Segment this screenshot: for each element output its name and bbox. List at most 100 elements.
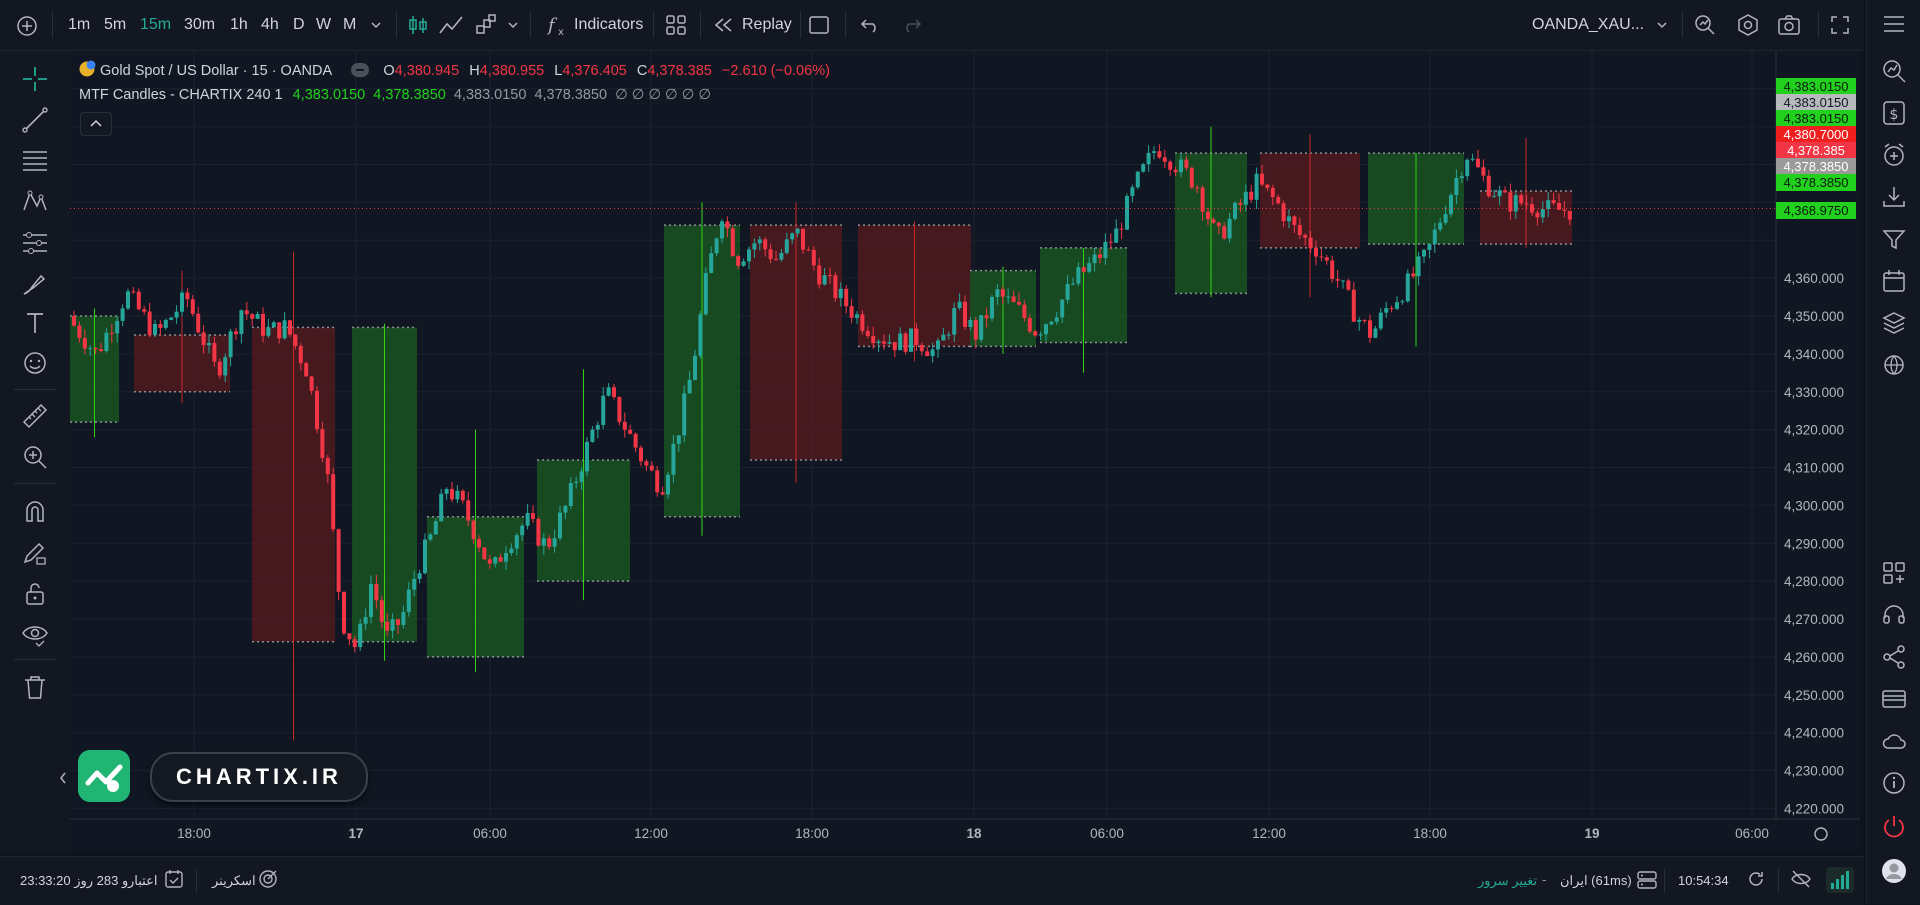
camera-icon[interactable] (1777, 14, 1801, 36)
replay-rewind-icon[interactable] (713, 17, 735, 33)
rectangle-icon[interactable] (809, 16, 829, 34)
redo-icon[interactable] (902, 17, 922, 33)
support-headset-icon[interactable] (1881, 602, 1907, 628)
fullscreen-icon[interactable] (1831, 16, 1849, 34)
change-value: −2.610 (−0.06%) (721, 63, 830, 79)
screener-target-icon[interactable] (258, 869, 278, 889)
ruler-icon[interactable] (21, 402, 49, 430)
time-tick-label: 06:00 (473, 826, 507, 841)
chevron-down-icon[interactable] (1656, 19, 1668, 31)
watchlist-search-icon[interactable] (1881, 58, 1907, 84)
timeframe-M[interactable]: M (343, 0, 356, 50)
change-server-button[interactable]: تغییر سرور (1478, 873, 1537, 889)
screener-label[interactable]: اسکرینر (212, 873, 256, 889)
power-icon[interactable] (1881, 814, 1907, 840)
fib-retracement-icon[interactable] (21, 147, 49, 175)
settings-hexagon-icon[interactable] (1736, 13, 1760, 37)
lock-pencil-icon[interactable] (21, 538, 49, 566)
add-symbol-icon[interactable] (16, 15, 38, 37)
indicator-name[interactable]: MTF Candles - CHARTIX 240 1 (79, 87, 283, 103)
chevron-down-icon[interactable] (370, 19, 382, 31)
refresh-icon[interactable] (1746, 869, 1766, 889)
candle-body (595, 424, 600, 430)
candle-body (1438, 222, 1443, 230)
chart-pane[interactable]: 4,220.000 4,230.000 4,240.000 4,250.000 4,26… (70, 51, 1860, 851)
menu-icon[interactable] (1882, 14, 1906, 34)
replay-button[interactable]: Replay (742, 0, 792, 50)
timeframe-5m[interactable]: 5m (104, 0, 126, 50)
signal-strength-icon[interactable] (1826, 867, 1854, 893)
indicators-icon[interactable]: fx (546, 13, 570, 37)
candle-body (336, 529, 341, 592)
server-icon[interactable] (1636, 870, 1658, 890)
timeframe-D[interactable]: D (293, 0, 305, 50)
pattern-icon[interactable] (21, 188, 49, 216)
line-chart-icon[interactable] (438, 13, 464, 37)
candle-body (358, 623, 363, 648)
timeframe-4h[interactable]: 4h (261, 0, 279, 50)
hide-eye-icon[interactable] (1790, 869, 1812, 889)
calendar-check-icon[interactable] (164, 869, 184, 889)
hide-legend-button[interactable] (351, 63, 370, 77)
indicators-button[interactable]: Indicators (574, 0, 643, 50)
candle-body (871, 335, 876, 344)
calendar-icon[interactable] (1881, 268, 1907, 294)
filter-icon[interactable] (1881, 226, 1907, 252)
quick-search-icon[interactable] (1693, 13, 1717, 37)
crosshair-icon[interactable] (21, 65, 49, 93)
unlock-icon[interactable] (21, 579, 49, 607)
brush-icon[interactable] (21, 270, 49, 298)
layers-icon[interactable] (1881, 310, 1907, 336)
magnet-icon[interactable] (21, 497, 49, 525)
collapse-legend-button[interactable] (80, 112, 112, 136)
globe-icon[interactable] (1881, 352, 1907, 378)
price-chart[interactable]: 4,220.000 4,230.000 4,240.000 4,250.000 4,26… (70, 51, 1860, 851)
avatar[interactable] (1881, 858, 1907, 884)
candle-body (325, 458, 330, 475)
layout-grid-icon[interactable] (666, 15, 686, 35)
candle-body (99, 349, 103, 352)
download-icon[interactable] (1881, 184, 1907, 210)
text-icon[interactable] (21, 309, 49, 337)
candles-chart-type-icon[interactable] (406, 13, 430, 37)
undo-icon[interactable] (860, 17, 880, 33)
timeframe-30m[interactable]: 30m (184, 0, 215, 50)
credit-label[interactable]: اعتبار (128, 873, 157, 889)
indicator-value-4: 4,378.3850 (534, 87, 608, 103)
timeframe-1h[interactable]: 1h (230, 0, 248, 50)
candle-body (1395, 302, 1399, 309)
symbol-title[interactable]: Gold Spot / US Dollar · 15 · OANDA (100, 63, 331, 79)
price-axis-label: 4,378.3850 (1776, 174, 1856, 191)
symbol-search[interactable]: OANDA_XAU... (1532, 0, 1644, 50)
timeframe-15m[interactable]: 15m (140, 0, 171, 50)
high-label: H (469, 63, 480, 79)
cloud-icon[interactable] (1881, 728, 1907, 754)
candle-body (741, 261, 746, 266)
candle-body (574, 481, 579, 483)
zoom-in-icon[interactable] (21, 443, 49, 471)
candle-body (536, 518, 541, 546)
collapse-arrow-icon[interactable] (58, 771, 68, 785)
candle-body (1308, 237, 1313, 249)
dollar-icon[interactable]: $ (1881, 100, 1907, 126)
chevron-up-icon (90, 119, 102, 127)
add-widget-icon[interactable] (1881, 560, 1907, 586)
emoji-icon[interactable] (21, 349, 49, 377)
candle-body (460, 490, 465, 501)
candle-body (1189, 167, 1194, 188)
trend-line-icon[interactable] (21, 106, 49, 134)
forecasting-icon[interactable] (21, 229, 49, 257)
trash-icon[interactable] (21, 673, 49, 701)
timeframe-1m[interactable]: 1m (68, 0, 90, 50)
credit-card-icon[interactable] (1881, 686, 1907, 712)
candle-body (293, 334, 298, 347)
timeframe-W[interactable]: W (316, 0, 331, 50)
bars-chart-type-icon[interactable] (474, 13, 498, 37)
candle-body (1287, 216, 1291, 222)
chevron-down-icon[interactable] (507, 19, 519, 31)
candle-body (1206, 211, 1210, 220)
share-icon[interactable] (1881, 644, 1907, 670)
eye-icon[interactable] (21, 620, 49, 648)
info-icon[interactable] (1881, 770, 1907, 796)
alarm-add-icon[interactable] (1881, 142, 1907, 168)
